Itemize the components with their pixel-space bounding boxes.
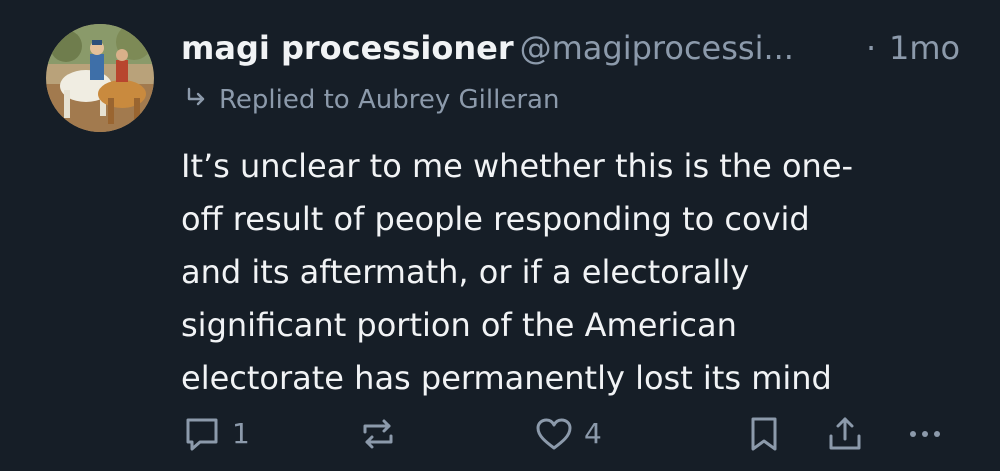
avatar-painting-image bbox=[46, 24, 154, 132]
post-body-line: off result of people responding to covid bbox=[181, 200, 810, 238]
reply-context[interactable]: Replied to Aubrey Gilleran bbox=[183, 82, 559, 118]
author-handle[interactable]: @magiprocessi... bbox=[520, 29, 794, 67]
reply-arrow-icon bbox=[187, 87, 205, 106]
like-button[interactable]: 4 bbox=[532, 412, 602, 456]
author-name[interactable]: magi processioner bbox=[181, 29, 514, 67]
post-body-line: electorate has permanently lost its mind bbox=[181, 359, 832, 397]
like-count: 4 bbox=[584, 417, 602, 450]
post-body-line: It’s unclear to me whether this is the o… bbox=[181, 147, 854, 185]
post-body-line: significant portion of the American bbox=[181, 306, 737, 344]
reply-context-label: Replied to Aubrey Gilleran bbox=[219, 85, 560, 115]
ellipsis-icon bbox=[910, 431, 940, 437]
reply-button[interactable]: 1 bbox=[180, 412, 250, 456]
post-body-line: and its aftermath, or if a electorally bbox=[181, 253, 750, 291]
more-options-button[interactable] bbox=[903, 412, 947, 456]
repost-arrows-icon bbox=[363, 419, 393, 449]
avatar[interactable] bbox=[46, 24, 154, 132]
share-upload-icon bbox=[829, 417, 861, 450]
action-bar: 1 4 bbox=[0, 412, 1000, 460]
header-separator: · bbox=[866, 29, 877, 67]
speech-bubble-icon bbox=[186, 418, 218, 451]
share-button[interactable] bbox=[823, 412, 867, 456]
bookmark-icon bbox=[751, 417, 777, 451]
bookmark-button[interactable] bbox=[742, 412, 786, 456]
post-timestamp[interactable]: 1mo bbox=[889, 26, 960, 70]
post: magi processioner @magiprocessi... · 1mo … bbox=[0, 0, 1000, 471]
repost-button[interactable] bbox=[356, 412, 400, 456]
post-header: magi processioner @magiprocessi... · 1mo bbox=[181, 26, 981, 70]
heart-icon bbox=[536, 418, 572, 450]
reply-count: 1 bbox=[232, 417, 250, 450]
post-body: It’s unclear to me whether this is the o… bbox=[181, 140, 961, 405]
